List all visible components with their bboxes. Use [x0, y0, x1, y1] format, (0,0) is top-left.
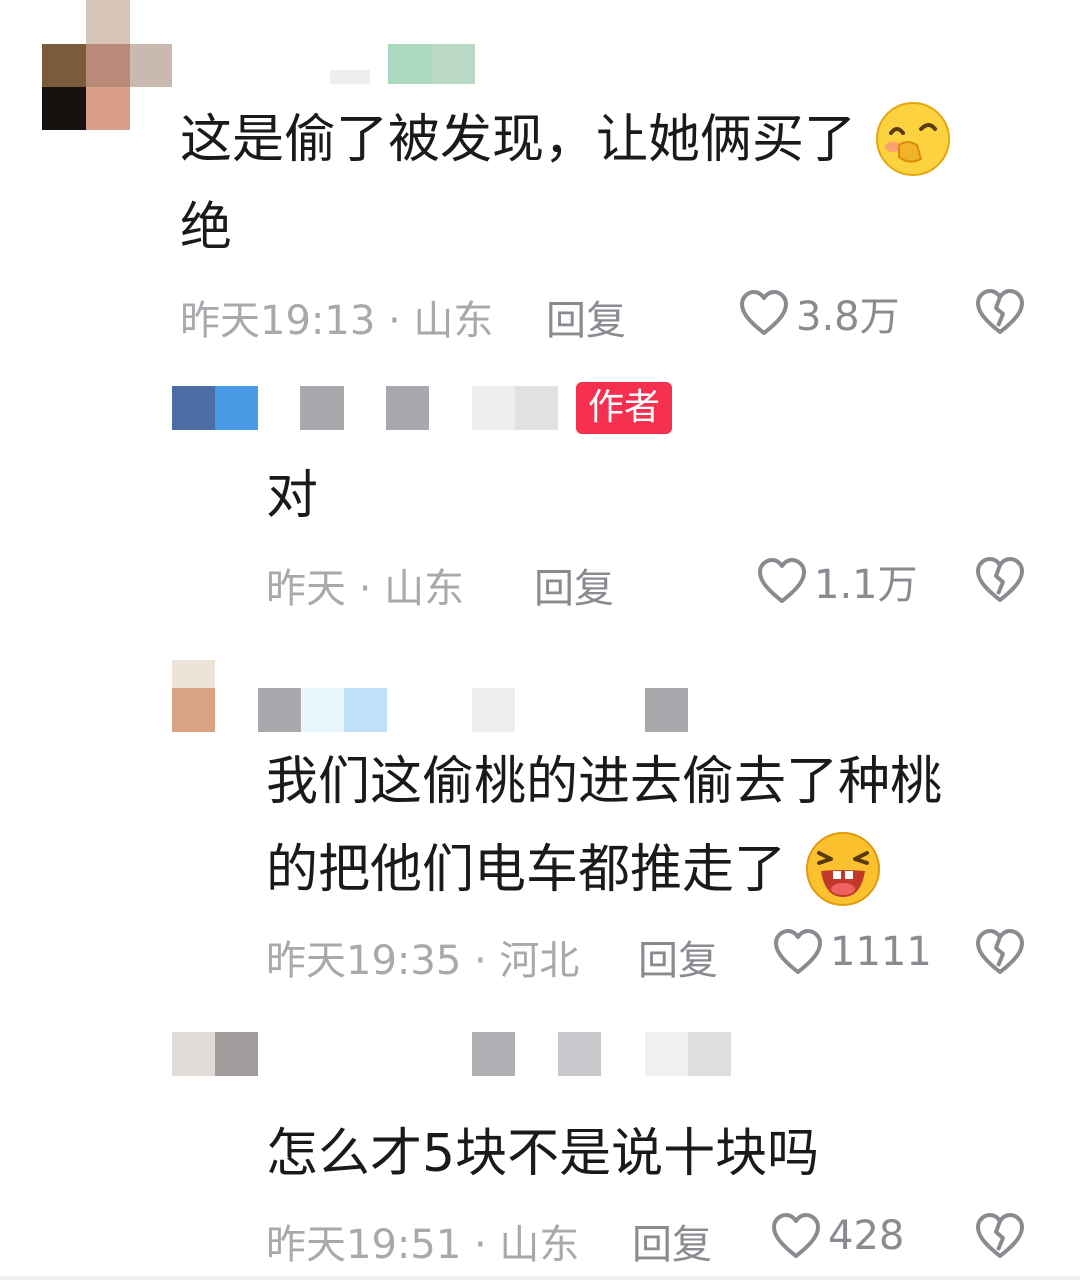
reply-button[interactable]: 回复 — [632, 1212, 712, 1270]
like-button[interactable]: 428 — [768, 1208, 904, 1264]
bottom-divider — [0, 1276, 1080, 1280]
like-count: 428 — [828, 1213, 905, 1259]
comment-4: 怎么才5块不是说十块吗 昨天19:51 · 山东 回复 428 — [0, 0, 1080, 1280]
username-redacted[interactable] — [172, 1032, 732, 1076]
heart-outline-icon — [772, 1213, 820, 1258]
comment-meta: 昨天19:51 · 山东 — [266, 1222, 580, 1268]
broken-heart-icon[interactable] — [972, 1208, 1028, 1264]
comment-text: 怎么才5块不是说十块吗 — [266, 1124, 820, 1184]
